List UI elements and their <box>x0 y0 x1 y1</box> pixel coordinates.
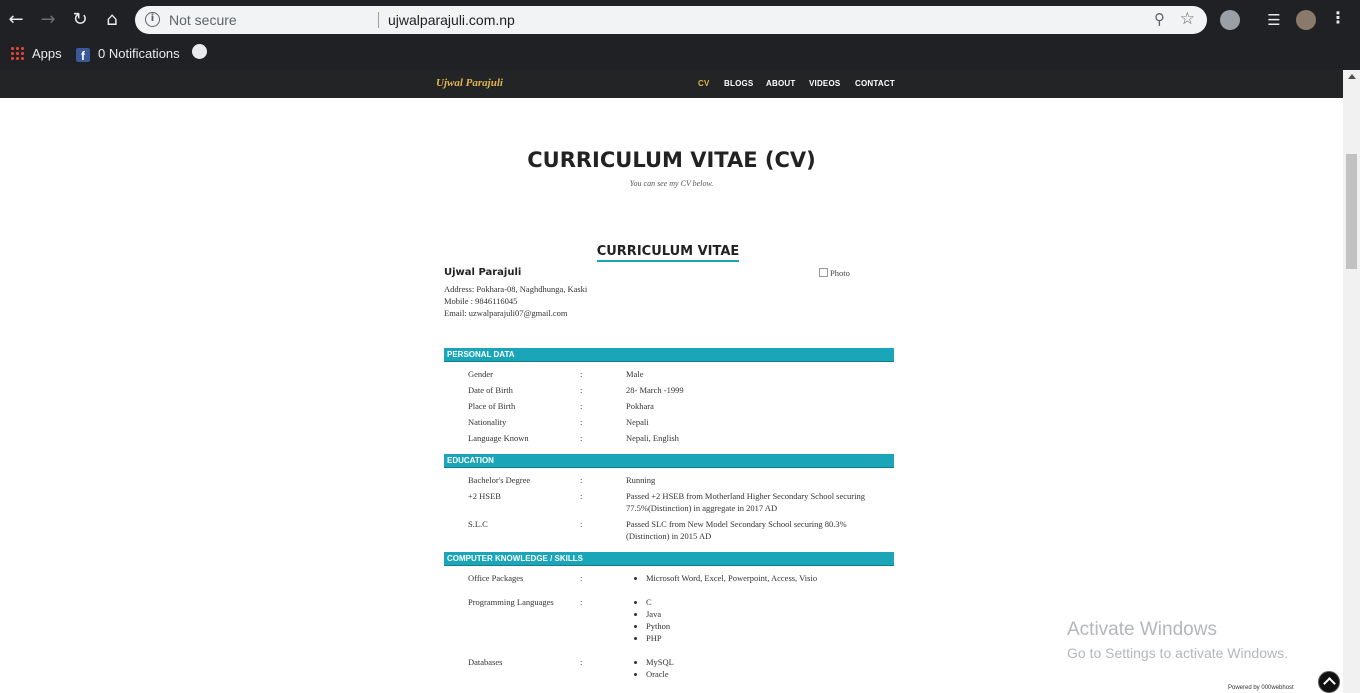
row-value: Male <box>626 369 644 379</box>
nav-videos[interactable]: VIDEOS <box>809 79 840 88</box>
profile-avatar[interactable] <box>1296 10 1316 30</box>
row-key: Bachelor's Degree <box>468 475 531 485</box>
row-value: Passed SLC from New Model Secondary Scho… <box>626 519 847 541</box>
list-item: Oracle <box>626 668 888 680</box>
more-menu-icon[interactable]: ⋮ <box>1330 8 1346 27</box>
row-key: Gender <box>468 369 494 379</box>
media-control-icon[interactable]: ☰ <box>1262 8 1286 32</box>
section-bar-personal: PERSONAL DATA <box>444 348 894 362</box>
list-item: PHP <box>626 632 888 644</box>
row-colon: : <box>580 491 583 501</box>
section-title: COMPUTER KNOWLEDGE / SKILLS <box>447 554 583 563</box>
bookmark-notifications[interactable]: f 0 Notifications <box>76 44 180 64</box>
section-title: EDUCATION <box>447 456 494 465</box>
cv-email: Email: uzwalparajuli07@gmail.com <box>444 308 568 318</box>
row-colon: : <box>580 657 583 667</box>
row-colon: : <box>580 369 583 379</box>
cv-address: Address: Pokhara-08, Naghdhunga, Kaski <box>444 284 588 294</box>
back-arrow-icon[interactable]: ← <box>4 8 28 32</box>
row-key: S.L.C <box>468 519 488 529</box>
reload-icon[interactable]: ↻ <box>68 8 92 32</box>
row-key: +2 HSEB <box>468 491 501 501</box>
browser-toolbar: ← → ↻ ⌂ i Not secure ujwalparajuli.com.n… <box>0 0 1360 40</box>
skill-list: MySQL Oracle <box>626 656 888 680</box>
skill-list: Microsoft Word, Excel, Powerpoint, Acces… <box>626 572 888 584</box>
row-value: Nepali <box>626 417 649 427</box>
cv-heading-text: CURRICULUM VITAE <box>596 244 740 262</box>
skill-list: C Java Python PHP <box>626 596 888 644</box>
cv-mobile: Mobile : 9846116045 <box>444 296 518 306</box>
facebook-icon: f <box>76 48 90 63</box>
nav-about[interactable]: ABOUT <box>766 79 795 88</box>
row-colon: : <box>580 401 583 411</box>
page-title: CURRICULUM VITAE (CV) <box>527 148 816 172</box>
forward-arrow-icon[interactable]: → <box>36 8 60 32</box>
cv-name: Ujwal Parajuli <box>444 267 522 278</box>
row-value: Running <box>626 475 656 485</box>
row-key: Office Packages <box>468 573 524 583</box>
home-icon[interactable]: ⌂ <box>100 8 124 32</box>
page-scrollbar[interactable] <box>1343 70 1360 693</box>
list-item: C <box>626 596 888 608</box>
list-item: Python <box>626 620 888 632</box>
nav-contact[interactable]: CONTACT <box>855 79 895 88</box>
zoom-icon[interactable]: ⚲ <box>1154 10 1165 28</box>
bookmark-label: Apps <box>32 46 62 61</box>
bookmark-star-icon[interactable]: ☆ <box>1180 9 1195 29</box>
url-text[interactable]: ujwalparajuli.com.np <box>388 12 515 28</box>
row-value: Passed +2 HSEB from Motherland Higher Se… <box>626 491 865 513</box>
row-colon: : <box>580 417 583 427</box>
globe-icon[interactable] <box>192 44 207 59</box>
row-colon: : <box>580 519 583 529</box>
list-item: Microsoft Word, Excel, Powerpoint, Acces… <box>626 572 888 584</box>
page-viewport: Ujwal Parajuli CV BLOGS ABOUT VIDEOS CON… <box>0 70 1343 693</box>
list-item: MySQL <box>626 656 888 668</box>
scroll-up-arrow-icon[interactable] <box>1348 74 1356 79</box>
page-subtitle: You can see my CV below. <box>629 179 714 188</box>
bookmark-label: 0 Notifications <box>98 46 180 61</box>
row-colon: : <box>580 573 583 583</box>
bookmark-apps[interactable]: Apps <box>10 44 62 64</box>
row-key: Place of Birth <box>468 401 516 411</box>
site-logo[interactable]: Ujwal Parajuli <box>436 77 503 89</box>
cv-heading: CURRICULUM VITAE <box>0 242 1336 262</box>
info-icon[interactable]: i <box>145 12 160 27</box>
extension-icon[interactable] <box>1220 10 1240 30</box>
row-key: Date of Birth <box>468 385 513 395</box>
security-label: Not secure <box>169 12 237 28</box>
row-value: Pokhara <box>626 401 654 411</box>
activate-windows-title: Activate Windows <box>1067 619 1217 640</box>
back-to-top-icon[interactable] <box>1318 671 1340 693</box>
section-title: PERSONAL DATA <box>447 350 515 359</box>
section-bar-skills: COMPUTER KNOWLEDGE / SKILLS <box>444 552 894 566</box>
row-value: Nepali, English <box>626 433 679 443</box>
photo-image: Photo <box>819 268 850 278</box>
site-navbar: Ujwal Parajuli CV BLOGS ABOUT VIDEOS CON… <box>0 70 1343 98</box>
row-colon: : <box>580 433 583 443</box>
divider <box>378 12 379 28</box>
row-colon: : <box>580 475 583 485</box>
powered-by-badge[interactable]: Powered by 000webhost <box>1222 683 1322 693</box>
apps-grid-icon <box>10 46 24 60</box>
row-key: Programming Languages <box>468 597 554 607</box>
row-key: Language Known <box>468 433 529 443</box>
address-bar[interactable]: i Not secure ujwalparajuli.com.np ⚲ ☆ <box>135 6 1207 34</box>
nav-cv[interactable]: CV <box>698 79 710 88</box>
nav-blogs[interactable]: BLOGS <box>724 79 753 88</box>
row-value: 28- March -1999 <box>626 385 684 395</box>
activate-windows-subtitle: Go to Settings to activate Windows. <box>1067 645 1288 661</box>
row-colon: : <box>580 385 583 395</box>
section-bar-education: EDUCATION <box>444 454 894 468</box>
scrollbar-thumb[interactable] <box>1346 154 1357 269</box>
row-key: Nationality <box>468 417 507 427</box>
list-item: Java <box>626 608 888 620</box>
row-key: Databases <box>468 657 503 667</box>
row-colon: : <box>580 597 583 607</box>
